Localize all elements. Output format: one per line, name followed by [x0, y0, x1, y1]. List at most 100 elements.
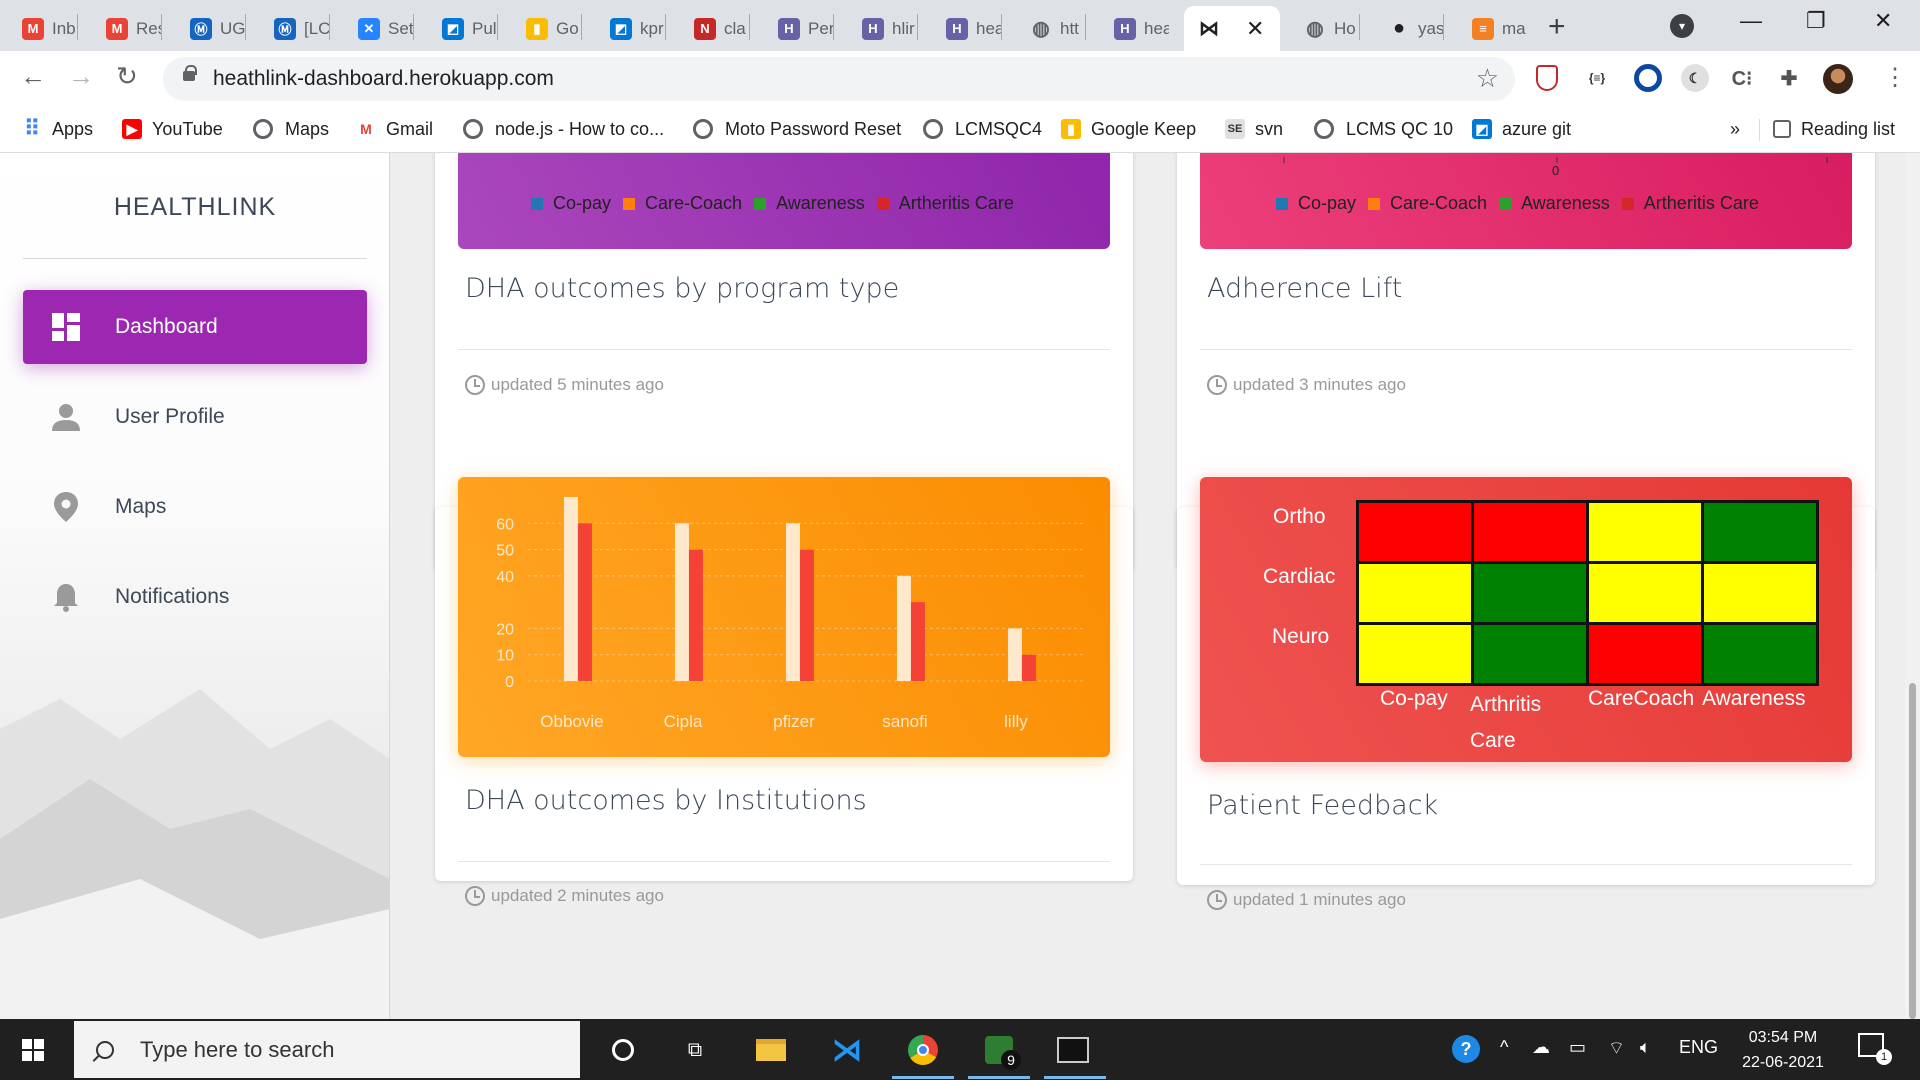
help-icon[interactable]: ? [1452, 1035, 1480, 1063]
address-bar[interactable]: heathlink-dashboard.herokuapp.com ☆ [163, 57, 1515, 101]
bookmark-item[interactable]: Maps [253, 115, 329, 143]
sidebar-item-notifications[interactable]: Notifications [23, 560, 367, 634]
shield-extension-icon[interactable] [1536, 65, 1558, 91]
browser-tab[interactable]: ◍ Ho [1290, 6, 1359, 51]
profile-avatar[interactable] [1823, 64, 1853, 94]
browser-tab[interactable]: M Res [92, 6, 161, 51]
browser-tab[interactable]: Hhlir [848, 6, 917, 51]
bookmark-item[interactable]: ◩ azure git [1472, 115, 1571, 143]
browser-tab[interactable]: ● yas [1374, 6, 1443, 51]
close-window-icon[interactable]: ✕ [1874, 8, 1892, 34]
tab-separator [1001, 14, 1002, 40]
tab-separator [77, 14, 78, 40]
bookmark-item[interactable]: Moto Password Reset [693, 115, 901, 143]
browser-tab[interactable]: Ⓜ [LC [260, 6, 329, 51]
heatmap-cell-neuro-1 [1359, 625, 1471, 683]
bar-obbovie-2 [577, 523, 592, 681]
browser-tab[interactable]: Ⓜ UG [176, 6, 245, 51]
file-explorer-icon[interactable] [754, 1033, 788, 1067]
bookmark-item[interactable]: LCMS QC 10 [1314, 115, 1453, 143]
browser-tab[interactable]: ◩ Pul [428, 6, 497, 51]
scrollbar-thumb[interactable] [1909, 683, 1916, 1019]
tab-separator [917, 14, 918, 40]
new-tab-button[interactable]: + [1548, 10, 1566, 44]
tab-separator [1359, 14, 1360, 40]
restore-icon[interactable]: ❐ [1806, 8, 1826, 34]
bookmark-item[interactable]: ▮ Google Keep [1061, 115, 1196, 143]
task-view-icon[interactable]: ⧉ [678, 1033, 712, 1067]
overflow-chevron-label: » [1730, 118, 1741, 139]
bookmark-label: Maps [285, 118, 330, 139]
tab-title: Set [388, 18, 413, 38]
browser-tab[interactable]: M Inb [8, 6, 77, 51]
tray-overflow-icon[interactable]: ^ [1500, 1037, 1508, 1058]
bookmarks-overflow-button[interactable]: » [1730, 115, 1740, 143]
vscode-icon[interactable]: ⋊ [830, 1033, 864, 1067]
back-icon[interactable]: ← [20, 61, 46, 92]
sidebar-item-user-profile[interactable]: User Profile [23, 380, 367, 454]
circle-extension-icon[interactable] [1634, 64, 1662, 92]
browser-tab[interactable]: ≡ ma [1458, 6, 1527, 51]
sidebar-item-maps[interactable]: Maps [23, 470, 367, 544]
bookmark-item[interactable]: SE svn [1225, 115, 1283, 143]
browser-tab[interactable]: ✕ Set [344, 6, 413, 51]
bar-lilly-1 [1007, 628, 1022, 681]
reading-list-button[interactable]: Reading list [1773, 115, 1895, 143]
bar-lilly-2 [1021, 654, 1036, 681]
minimize-icon[interactable]: — [1740, 8, 1762, 34]
page-scrollbar[interactable] [1905, 153, 1920, 1019]
reload-icon[interactable]: ↻ [116, 61, 138, 92]
chrome-icon[interactable] [906, 1033, 940, 1067]
windows-start-icon[interactable] [22, 1039, 44, 1061]
cortana-icon[interactable] [606, 1033, 640, 1067]
extensions-puzzle-icon[interactable]: ✚ [1775, 64, 1803, 92]
windows-taskbar: Type here to search ⧉ ⋊ 9 ? ^ ☁ ▭ ⌔ 🔈︎ E… [0, 1019, 1920, 1080]
bookmark-item[interactable]: LCMSQC4 [923, 115, 1042, 143]
legend-swatch [623, 197, 636, 210]
notification-center-icon[interactable]: 1 [1858, 1033, 1892, 1065]
language-indicator[interactable]: ENG [1679, 1037, 1718, 1058]
forward-icon[interactable]: → [68, 61, 94, 92]
browser-tab[interactable]: Hhea [932, 6, 1001, 51]
bookmarks-bar: » Reading list ⠿ Apps ▶ YouTube Maps M Gmail no… [0, 107, 1920, 153]
bookmark-item[interactable]: M Gmail [356, 115, 433, 143]
taskbar-search-box[interactable]: Type here to search [74, 1021, 580, 1078]
bookmark-item[interactable]: ⠿ Apps [22, 115, 93, 143]
browser-tab[interactable]: Hhea [1100, 6, 1169, 51]
cw-extension-icon[interactable]: C⁝ [1728, 64, 1756, 92]
onedrive-icon[interactable]: ☁ [1532, 1037, 1550, 1058]
battery-icon[interactable]: ▭ [1569, 1037, 1586, 1058]
updated-text: updated 2 minutes ago [491, 886, 664, 905]
card-dha-institutions: 0 10 20 40 50 60 Obbovie Cipla pfizer sanofi lilly… [435, 477, 1133, 881]
bookmark-item[interactable]: ▶ YouTube [122, 115, 223, 143]
legend-swatch [1499, 197, 1512, 210]
heatmap-cell-neuro-2 [1474, 625, 1586, 683]
browser-menu-icon[interactable]: ⋮ [1883, 63, 1907, 92]
browser-tab[interactable]: ⋈ ✕ [1184, 6, 1280, 51]
sidebar-item-dashboard[interactable]: Dashboard [23, 290, 367, 364]
x-tick-label: pfizer [773, 712, 815, 731]
bookmark-item[interactable]: node.js - How to co... [463, 115, 664, 143]
bookmark-star-icon[interactable]: ☆ [1476, 63, 1499, 94]
wifi-icon[interactable]: ⌔ [1608, 1037, 1625, 1060]
browser-tab[interactable]: H Per [764, 6, 833, 51]
bar-sanofi-2 [910, 602, 925, 681]
close-tab-icon[interactable]: ✕ [1246, 16, 1264, 42]
azure-devops-icon: ◩ [610, 17, 632, 40]
tab-title: hea [976, 18, 1001, 38]
tab-search-button[interactable]: ▾ [1670, 14, 1694, 38]
browser-tab[interactable]: ▮ Go [512, 6, 581, 51]
chrome-active-indicator [892, 1076, 954, 1079]
taskbar-clock[interactable]: 03:54 PM 22-06-2021 [1735, 1025, 1831, 1075]
dark-mode-extension-icon[interactable]: ☾ [1681, 64, 1709, 92]
browser-tab[interactable]: Ncla [680, 6, 749, 51]
volume-icon[interactable]: 🔈︎ [1640, 1037, 1651, 1058]
bookmark-label: Moto Password Reset [725, 118, 902, 139]
browser-tab[interactable]: ◍ htt [1016, 6, 1085, 51]
json-extension-icon[interactable]: {≡} [1583, 64, 1611, 92]
teams-icon[interactable]: 9 [982, 1033, 1021, 1070]
terminal-icon[interactable] [1056, 1033, 1090, 1067]
browser-tab[interactable]: ◩ kpr [596, 6, 665, 51]
bookmark-label: YouTube [152, 118, 223, 139]
brand-logo[interactable]: HEALTHLINK [0, 193, 389, 222]
